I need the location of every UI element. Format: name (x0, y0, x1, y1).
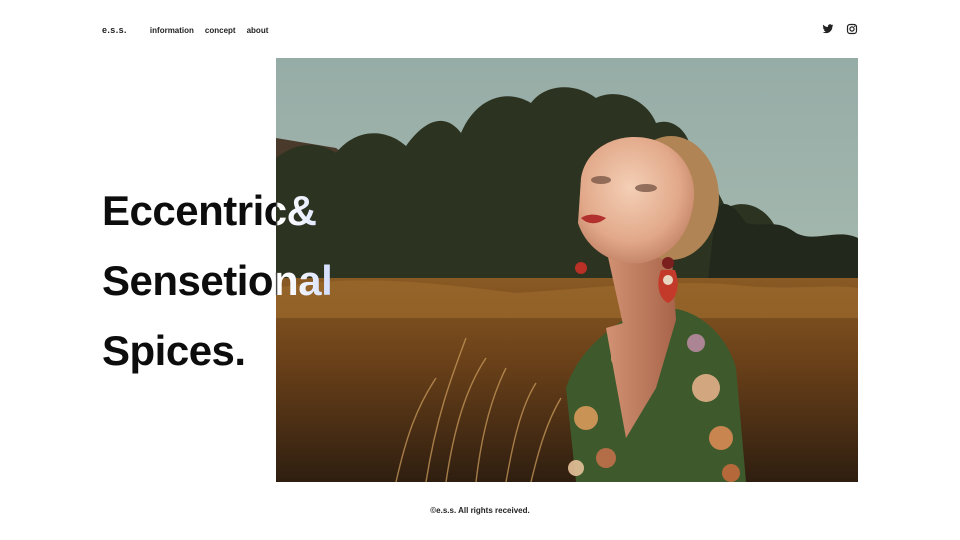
top-nav: e.s.s. information concept about (102, 24, 279, 36)
nav-menu: information concept about (150, 26, 279, 35)
instagram-icon[interactable] (846, 23, 858, 35)
headline-line-1: Eccentric& (102, 176, 362, 246)
headline-line-3: Spices. (102, 327, 246, 374)
nav-link-concept[interactable]: concept (205, 26, 236, 35)
site-logo[interactable]: e.s.s. (102, 25, 127, 35)
headline-line-2: Sensetional (102, 246, 362, 316)
footer-copyright: ©e.s.s. All rights received. (430, 506, 530, 515)
hero-headline: Eccentric& Sensetional Spices. (102, 176, 362, 386)
photo-woman-in-field (276, 58, 858, 482)
nav-link-information[interactable]: information (150, 26, 194, 35)
twitter-icon[interactable] (822, 23, 834, 35)
hero-photo (276, 58, 858, 482)
nav-link-about[interactable]: about (247, 26, 269, 35)
social-links (822, 23, 870, 35)
